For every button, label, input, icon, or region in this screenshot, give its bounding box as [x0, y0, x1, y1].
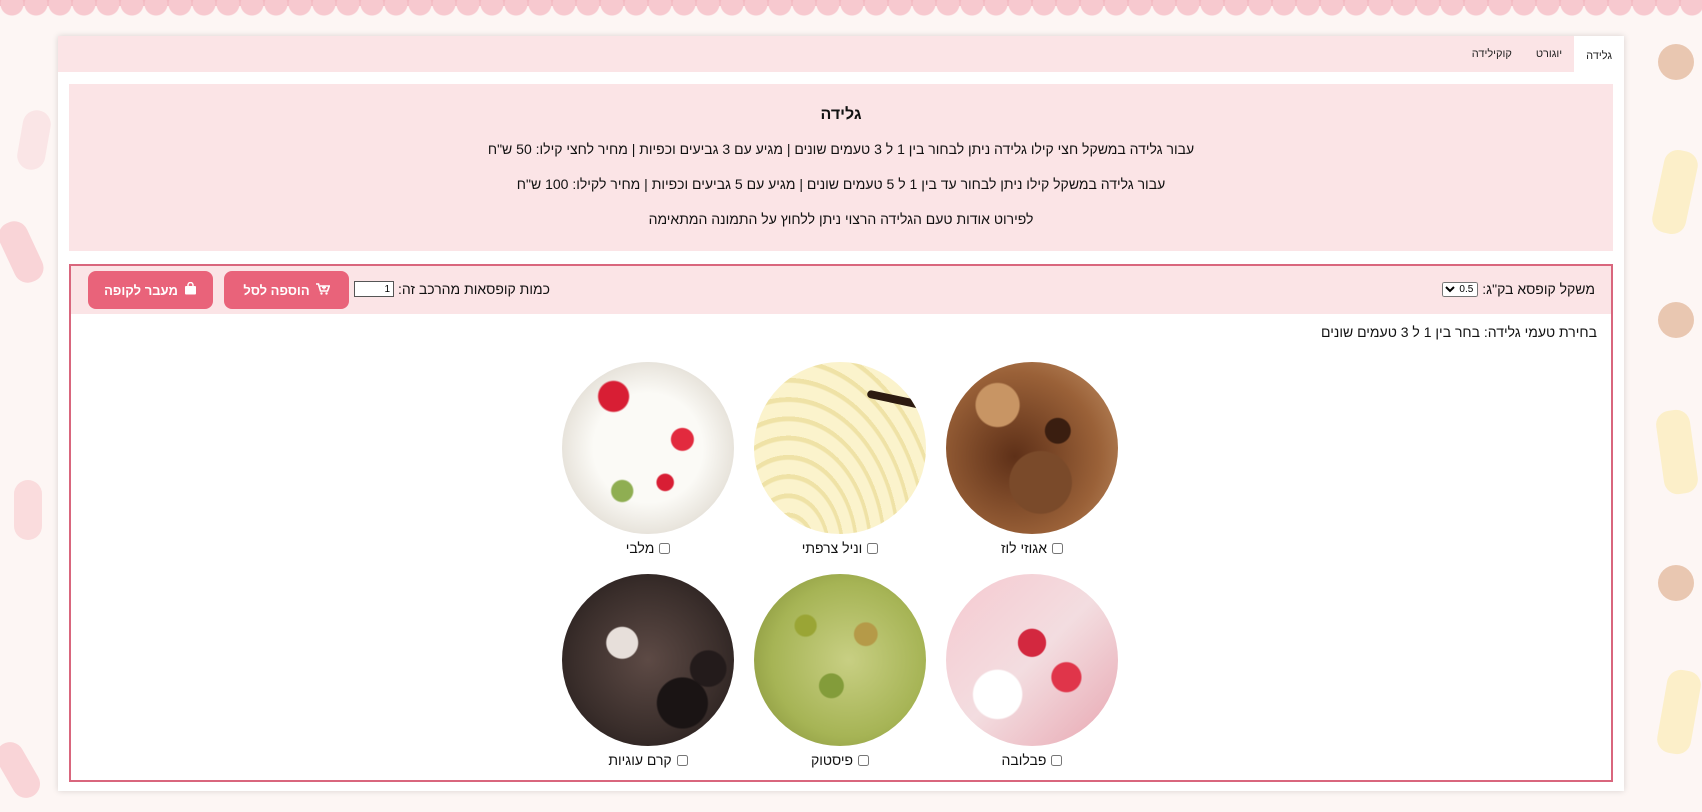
vanilla-bean [866, 389, 926, 423]
pavlova-photo[interactable] [946, 574, 1118, 746]
add-to-cart-label: הוספה לסל [243, 282, 310, 298]
flavor-card: פבלובה [946, 574, 1118, 768]
flavor-card: וניל צרפתי [754, 362, 926, 556]
flavor-label: קרם עוגיות [562, 752, 734, 768]
quantity-label: כמות קופסאות מהרכב זה: [398, 281, 550, 297]
checkout-button[interactable]: מעבר לקופה [88, 271, 213, 309]
tab-ice-cream[interactable]: גלידה [1574, 36, 1624, 76]
quantity-input[interactable] [354, 281, 394, 297]
pistachio-photo[interactable] [754, 574, 926, 746]
info-title: גלידה [820, 106, 862, 123]
flavor-name: מלבי [625, 540, 655, 556]
flavor-checkbox[interactable] [659, 542, 671, 554]
quantity-control: כמות קופסאות מהרכב זה: [354, 281, 550, 297]
background-popsicle [0, 737, 46, 803]
flavor-instructions: בחירת טעמי גלידה: בחר בין 1 ל 3 טעמים שו… [1321, 324, 1597, 340]
weight-control: משקל קופסא בק"ג: 0.5 [1442, 281, 1595, 297]
background-popsicle [0, 216, 49, 288]
vanilla-photo[interactable] [754, 362, 926, 534]
flavor-card: אגוזי לוז [946, 362, 1118, 556]
flavor-checkbox[interactable] [1052, 542, 1063, 554]
weight-select[interactable]: 0.5 [1442, 281, 1479, 297]
background-popsicle [1654, 408, 1700, 496]
info-line-half-kilo: עבור גלידה במשקל חצי קילו גלידה ניתן לבח… [487, 141, 1195, 157]
box-builder: משקל קופסא בק"ג: 0.5 כמות קופסאות מהרכב … [69, 264, 1613, 782]
flavor-name: אגוזי לוז [1001, 540, 1047, 556]
weight-label: משקל קופסא בק"ג: [1482, 281, 1595, 297]
hazelnut-photo[interactable] [946, 362, 1118, 534]
flavor-card: קרם עוגיות [562, 574, 734, 768]
background-scallop [0, 0, 1702, 22]
malabi-photo[interactable] [562, 362, 734, 534]
info-panel: גלידה עבור גלידה במשקל חצי קילו גלידה ני… [69, 84, 1613, 251]
cookies-cream-photo[interactable] [562, 574, 734, 746]
background-cone [1658, 565, 1694, 601]
background-cone [1658, 44, 1694, 80]
flavor-label: פבלובה [946, 752, 1118, 768]
flavor-name: פבלובה [1001, 752, 1047, 768]
background-popsicle [15, 108, 53, 172]
flavor-checkbox[interactable] [1051, 754, 1063, 766]
background-popsicle [1649, 147, 1701, 237]
background-popsicle [14, 480, 42, 540]
flavor-label: פיסטוק [754, 752, 926, 768]
add-to-cart-button[interactable]: הוספה לסל [224, 271, 349, 309]
background-popsicle [1654, 667, 1702, 757]
background-cone [1658, 302, 1694, 338]
flavor-name: קרם עוגיות [608, 752, 672, 768]
info-line-hint: לפירוט אודות טעם הגלידה הרצוי ניתן ללחוץ… [648, 211, 1034, 227]
checkout-label: מעבר לקופה [104, 282, 178, 298]
product-tabs: גלידה יוגורט קוקילידה [58, 36, 1624, 76]
flavor-name: פיסטוק [810, 752, 854, 768]
tab-kokilida[interactable]: קוקילידה [1460, 36, 1524, 72]
flavor-checkbox[interactable] [858, 754, 870, 766]
info-line-kilo: עבור גלידה במשקל קילו ניתן לבחור עד בין … [516, 176, 1166, 192]
cart-plus-icon [315, 282, 331, 298]
flavor-checkbox[interactable] [676, 754, 688, 766]
flavor-label: וניל צרפתי [754, 540, 926, 556]
builder-toolbar: משקל קופסא בק"ג: 0.5 כמות קופסאות מהרכב … [71, 266, 1611, 314]
flavor-card: פיסטוק [754, 574, 926, 768]
flavor-label: אגוזי לוז [946, 540, 1118, 556]
shopping-bag-icon [184, 281, 197, 298]
tab-yogurt[interactable]: יוגורט [1524, 36, 1574, 72]
flavor-checkbox[interactable] [867, 542, 879, 554]
flavor-label: מלבי [562, 540, 734, 556]
flavor-card: מלבי [562, 362, 734, 556]
main-container: גלידה יוגורט קוקילידה גלידה עבור גלידה ב… [58, 36, 1624, 791]
flavor-name: וניל צרפתי [801, 540, 863, 556]
